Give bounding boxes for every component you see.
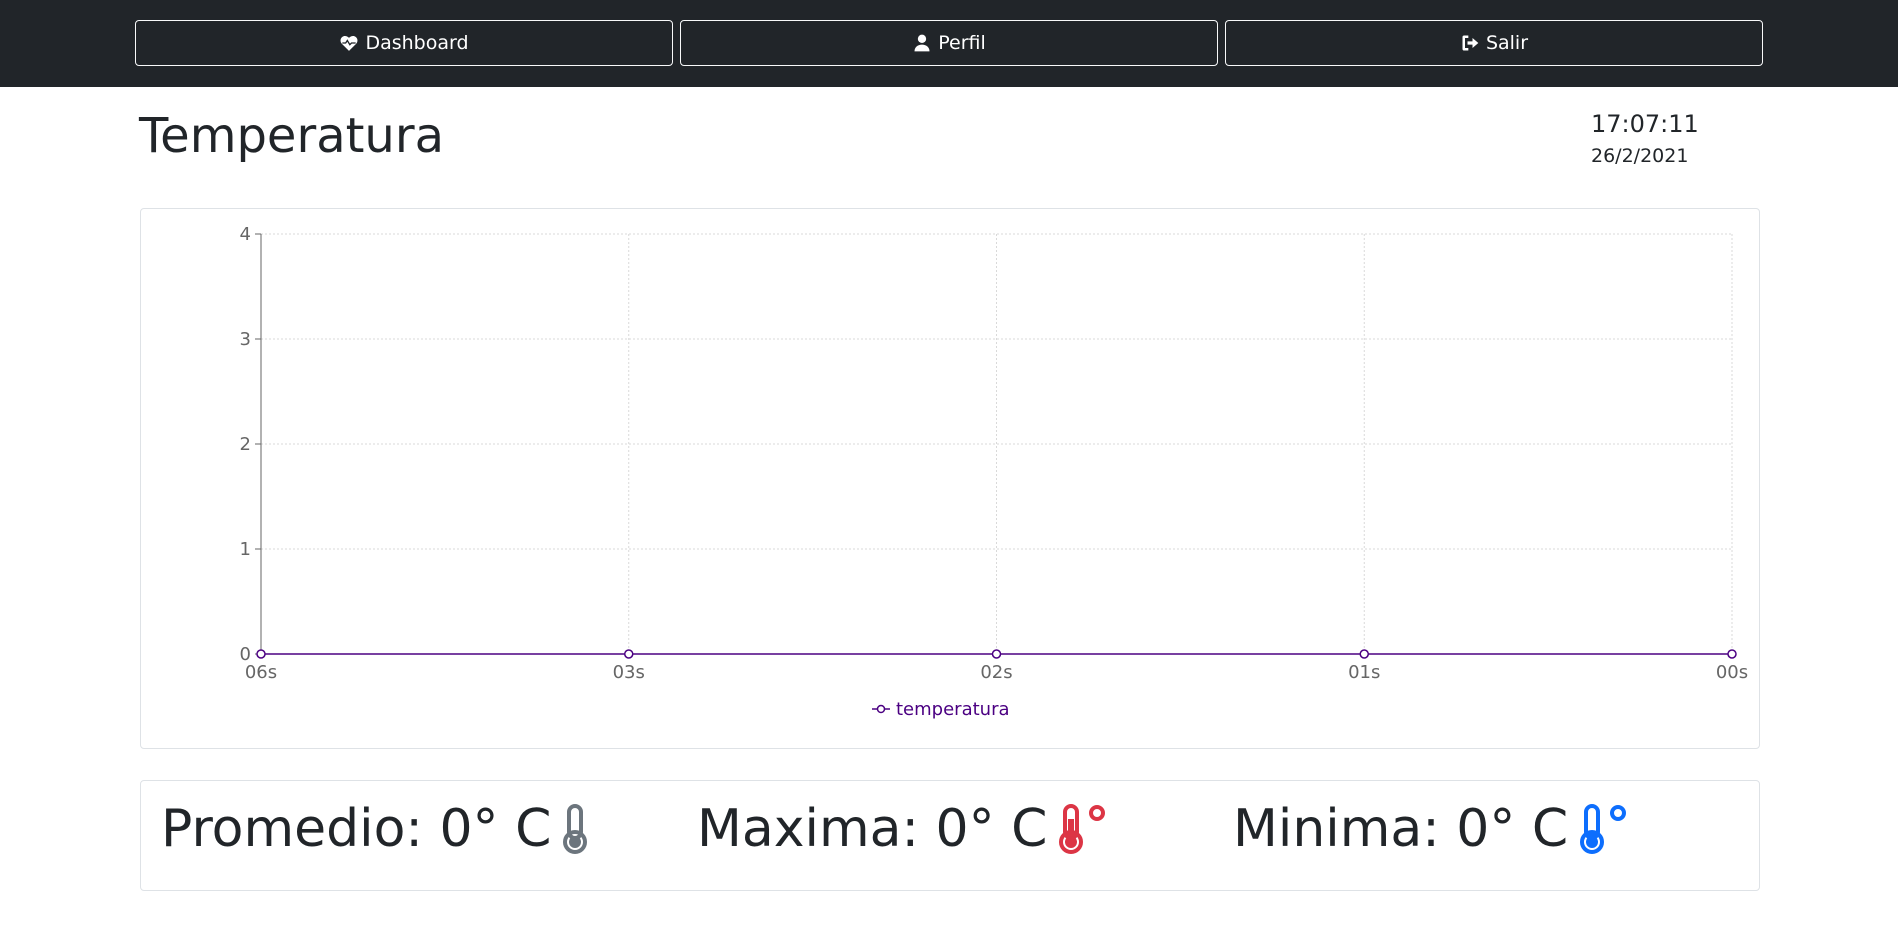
thermometer-icon — [563, 804, 588, 854]
stat-promedio-label: Promedio: 0° C — [161, 799, 552, 859]
data-point — [624, 649, 634, 659]
y-tick-label: 1 — [240, 539, 251, 560]
clock-date: 26/2/2021 — [1591, 145, 1689, 167]
y-tick-label: 4 — [240, 224, 251, 245]
data-point — [991, 649, 1002, 659]
data-point — [1359, 649, 1369, 659]
legend-marker — [876, 704, 886, 714]
legend-label: temperatura — [896, 699, 1010, 720]
stat-maxima: Maxima: 0° C — [697, 799, 1109, 859]
thermometer-cold-icon — [1580, 804, 1627, 854]
x-tick-label: 00s — [1716, 662, 1748, 683]
heart-pulse-icon — [340, 35, 358, 51]
stat-minima: Minima: 0° C — [1233, 799, 1630, 859]
stat-minima-label: Minima: 0° C — [1233, 799, 1569, 859]
x-tick-label: 06s — [245, 662, 277, 683]
x-tick-label: 02s — [980, 662, 1012, 683]
dashboard-label: Dashboard — [365, 32, 469, 54]
stat-promedio: Promedio: 0° C — [161, 799, 589, 859]
perfil-button[interactable]: Perfil — [680, 20, 1218, 66]
user-icon — [914, 34, 930, 52]
thermometer-hot-icon — [1059, 804, 1106, 854]
stat-maxima-label: Maxima: 0° C — [697, 799, 1048, 859]
x-tick-label: 03s — [613, 662, 645, 683]
chart-card: 0 1 2 3 4 06s 03s 02s 01s 00s temperatura — [140, 208, 1760, 749]
clock-time: 17:07:11 — [1591, 110, 1699, 138]
navbar: Dashboard Perfil Salir — [0, 0, 1898, 87]
perfil-label: Perfil — [938, 32, 986, 54]
data-point — [256, 649, 266, 659]
salir-button[interactable]: Salir — [1225, 20, 1763, 66]
page-title: Temperatura — [139, 108, 444, 164]
data-point — [1727, 649, 1737, 659]
temperature-chart: 0123406s 03s 02s 01s 00stemperatura — [240, 224, 1749, 720]
y-tick-label: 2 — [240, 434, 251, 455]
sign-out-icon — [1462, 35, 1479, 51]
dashboard-button[interactable]: Dashboard — [135, 20, 673, 66]
stats-card: Promedio: 0° C Maxima: 0° C Minima: 0° C — [140, 780, 1760, 891]
x-tick-label: 01s — [1348, 662, 1380, 683]
y-tick-label: 3 — [240, 329, 251, 350]
salir-label: Salir — [1485, 32, 1529, 54]
